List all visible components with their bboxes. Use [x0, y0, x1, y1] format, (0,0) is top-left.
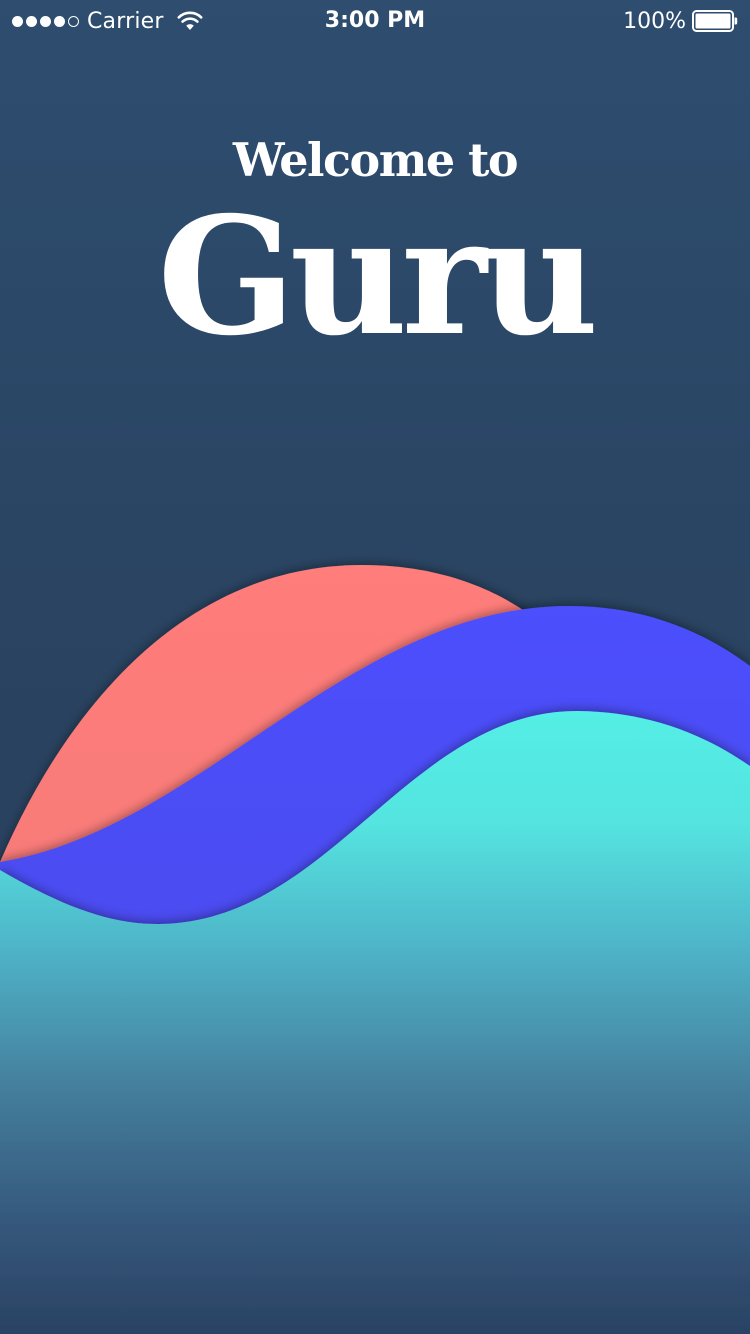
status-right: 100% — [623, 7, 738, 35]
carrier-name: Carrier — [87, 8, 164, 34]
signal-dot-empty — [68, 15, 79, 27]
welcome-heading: Welcome to — [232, 133, 519, 187]
status-left: Carrier — [12, 7, 203, 35]
app-name-title: Guru — [157, 182, 598, 372]
signal-dot — [54, 15, 65, 27]
welcome-screen: Carrier 3:00 PM 100% Welcome to Guru — [0, 0, 750, 1334]
battery-icon — [692, 10, 738, 32]
signal-dot — [40, 15, 51, 27]
signal-strength-icon — [12, 15, 79, 27]
signal-dot — [26, 15, 37, 27]
signal-dot — [12, 15, 23, 27]
status-bar: Carrier 3:00 PM 100% — [0, 0, 750, 40]
battery-percent: 100% — [623, 8, 686, 34]
wifi-icon — [177, 11, 203, 30]
